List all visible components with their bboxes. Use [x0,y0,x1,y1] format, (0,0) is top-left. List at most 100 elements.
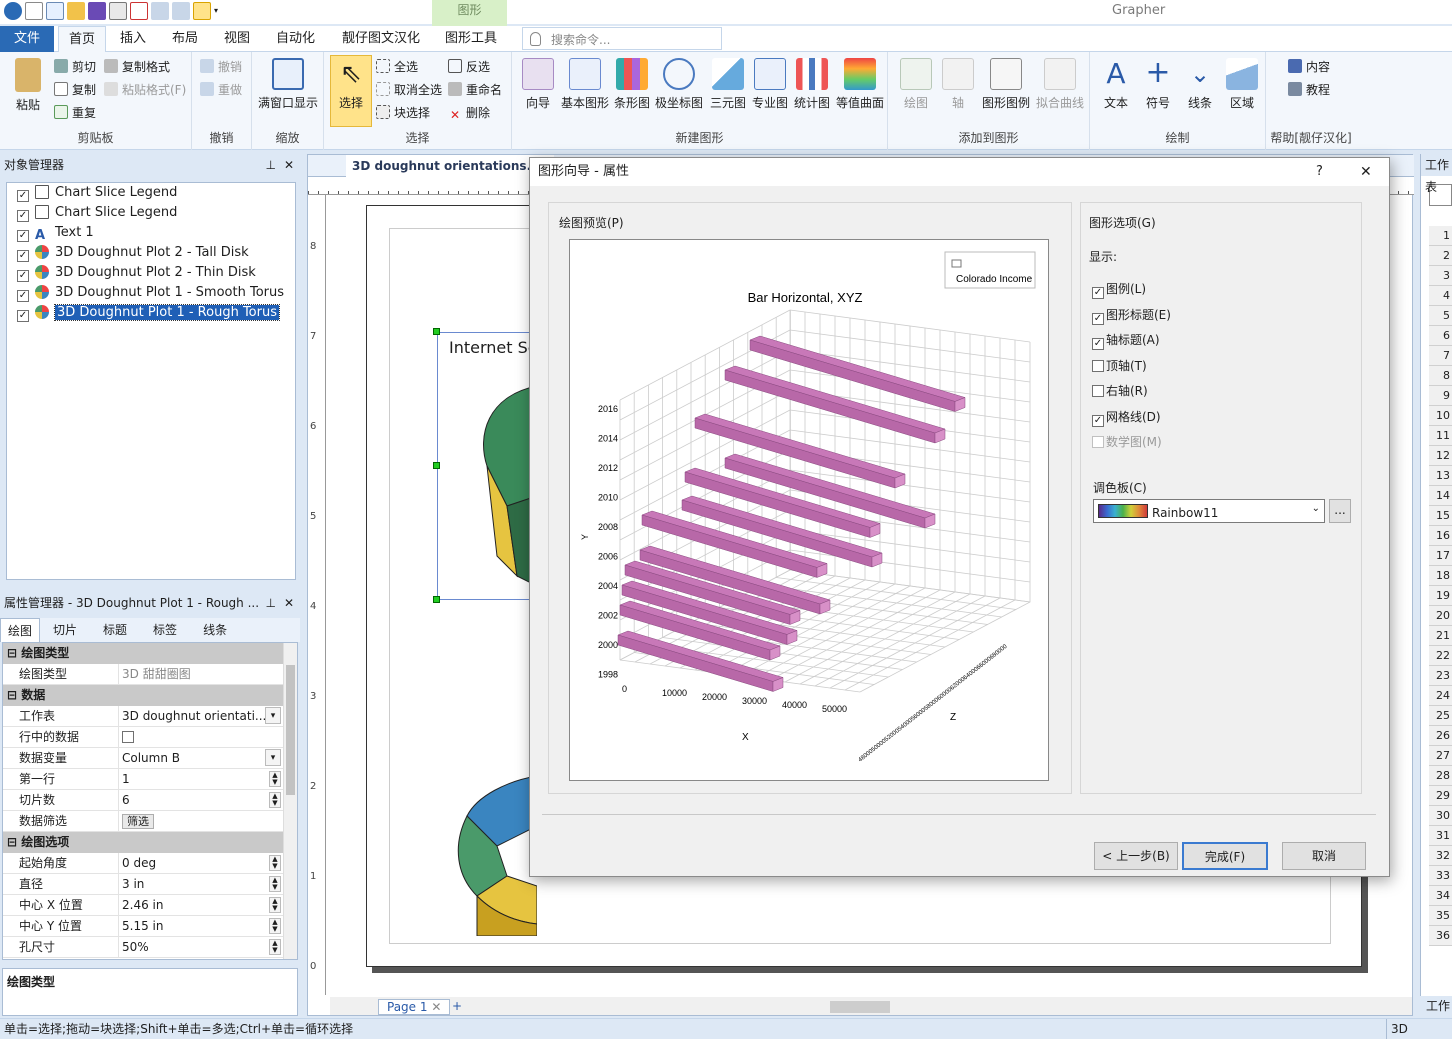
finish-button[interactable]: 完成(F) [1182,842,1268,870]
option-checkbox[interactable]: 顶轴(T) [1092,357,1147,375]
worksheet-row-header[interactable]: 33 [1429,866,1452,886]
palette-more-button[interactable]: ... [1329,499,1351,523]
prop-row-data-variable[interactable]: 数据变量 Column B ▾ [3,748,297,769]
doughnut-plots[interactable] [447,376,537,936]
new-worksheet-icon[interactable] [46,2,64,20]
visibility-checkbox[interactable]: ✓ [17,230,29,242]
select-pointer-icon[interactable] [193,2,211,20]
document-hscrollbar[interactable]: Page 1 ✕ + [330,997,1412,1015]
worksheet-row-header[interactable]: 31 [1429,826,1452,846]
worksheet-row-header[interactable]: 12 [1429,446,1452,466]
spinner-icon[interactable]: ▲ ▼ [269,897,281,913]
checkbox-box[interactable]: ✓ [1092,312,1104,325]
prop-row-slices[interactable]: 切片数 6 ▲ ▼ [3,790,297,811]
worksheet-row-header[interactable]: 5 [1429,306,1452,326]
tab-automation[interactable]: 自动化 [266,26,325,52]
repeat-button[interactable]: 重复 [54,103,96,123]
worksheet-row-header[interactable]: 22 [1429,646,1452,666]
deselect-all-button[interactable]: 取消全选 [376,80,442,100]
visibility-checkbox[interactable]: ✓ [17,190,29,202]
qat-dropdown-icon[interactable]: ▾ [214,2,222,20]
polar-graph-button[interactable]: 极坐标图 [654,56,704,111]
worksheet-row-header[interactable]: 35 [1429,906,1452,926]
tree-item[interactable]: ✓ A Text 1 [7,223,295,243]
visibility-checkbox[interactable]: ✓ [17,310,29,322]
cancel-button[interactable]: 取消 [1282,842,1366,870]
worksheet-row-header[interactable]: 36 [1429,926,1452,946]
worksheet-row-header[interactable]: 18 [1429,566,1452,586]
checkbox-box[interactable]: ✓ [1092,338,1104,350]
worksheet-row-header[interactable]: 1 [1429,226,1452,246]
data-in-row-checkbox[interactable] [122,731,134,743]
worksheet-row-header[interactable]: 3 [1429,266,1452,286]
worksheet-row-header[interactable]: 4 [1429,286,1452,306]
tab-file[interactable]: 文件 [0,26,54,52]
tab-graph-tools[interactable]: 图形工具 [435,26,507,52]
basic-graph-button[interactable]: 基本图形 [560,56,610,111]
spinner-icon[interactable]: ▲ ▼ [269,771,281,787]
checkbox-box[interactable]: ✓ [1092,414,1104,427]
worksheet-row-header[interactable]: 17 [1429,546,1452,566]
worksheet-row-header[interactable]: 25 [1429,706,1452,726]
fit-curve-button[interactable]: 拟合曲线 [1034,56,1086,111]
worksheet-row-header[interactable]: 27 [1429,746,1452,766]
contour-surface-button[interactable]: 等值曲面 [834,56,886,111]
tree-item[interactable]: ✓ 3D Doughnut Plot 2 - Thin Disk [7,263,295,283]
help-question-button[interactable]: ? [1316,158,1323,186]
option-checkbox[interactable]: ✓ 网格线(D) [1092,408,1161,427]
prop-row-start-angle[interactable]: 起始角度 0 deg ▲ ▼ [3,853,297,874]
option-checkbox[interactable]: 右轴(R) [1092,382,1148,400]
tab-home[interactable]: 首页 [58,26,107,52]
text-button[interactable]: A 文本 [1096,56,1136,111]
tree-item[interactable]: ✓ 3D Doughnut Plot 1 - Rough Torus [7,303,295,323]
worksheet-row-header[interactable]: 2 [1429,246,1452,266]
visibility-checkbox[interactable]: ✓ [17,290,29,302]
worksheet-row-header[interactable]: 20 [1429,606,1452,626]
prop-row-hole-size[interactable]: 孔尺寸 50% ▲ ▼ [3,937,297,958]
worksheet-row-header[interactable]: 21 [1429,626,1452,646]
tree-item[interactable]: ✓ 3D Doughnut Plot 2 - Tall Disk [7,243,295,263]
tutorial-button[interactable]: 教程 [1288,80,1330,100]
pin-icon[interactable]: ⊥ [266,154,276,176]
selection-handle[interactable] [433,328,440,335]
worksheet-row-header[interactable]: 11 [1429,426,1452,446]
prop-tab-plot[interactable]: 绘图 [0,618,41,642]
spinner-icon[interactable]: ▲ ▼ [269,939,281,955]
filter-button[interactable]: 筛选 [122,814,154,829]
tree-item[interactable]: ✓ Chart Slice Legend [7,203,295,223]
close-doc-icon[interactable] [130,2,148,20]
help-contents-button[interactable]: 内容 [1288,57,1330,77]
worksheet-row-header[interactable]: 26 [1429,726,1452,746]
add-page-icon[interactable]: + [452,999,462,1013]
checkbox-box[interactable]: ✓ [1092,287,1104,299]
command-search-input[interactable]: 搜索命令... [522,27,722,50]
worksheet-bottom-tab[interactable]: 工作 [1420,996,1452,1016]
document-tab[interactable]: 3D doughnut orientations.gp [346,155,555,177]
visibility-checkbox[interactable]: ✓ [17,270,29,282]
worksheet-row-header[interactable]: 28 [1429,766,1452,786]
open-icon[interactable] [67,2,85,20]
worksheet-row-header[interactable]: 6 [1429,326,1452,346]
prop-row-first-row[interactable]: 第一行 1 ▲ ▼ [3,769,297,790]
invert-selection-button[interactable]: 反选 [448,57,490,77]
category-plot-type[interactable]: ⊟ 绘图类型 [3,643,297,664]
selection-handle[interactable] [433,596,440,603]
prop-row-center-x[interactable]: 中心 X 位置 2.46 in ▲ ▼ [3,895,297,916]
worksheet-row-header[interactable]: 19 [1429,586,1452,606]
pin-icon[interactable]: ⊥ [266,592,276,614]
spinner-icon[interactable]: ▲ ▼ [269,918,281,934]
worksheet-row-header[interactable]: 10 [1429,406,1452,426]
spinner-icon[interactable]: ▲ ▼ [269,792,281,808]
worksheet-row-header[interactable]: 15 [1429,506,1452,526]
prop-row-filter[interactable]: 数据筛选 筛选 [3,811,297,832]
worksheet-row-header[interactable]: 9 [1429,386,1452,406]
save-as-icon[interactable] [109,2,127,20]
new-icon[interactable] [25,2,43,20]
prop-tab-slices[interactable]: 切片 [40,618,90,642]
tree-item[interactable]: ✓ 3D Doughnut Plot 1 - Smooth Torus [7,283,295,303]
chevron-down-icon[interactable]: ▾ [265,749,281,766]
visibility-checkbox[interactable]: ✓ [17,210,29,222]
copy-format-button[interactable]: 复制格式 [104,57,170,77]
save-icon[interactable] [88,2,106,20]
close-dialog-button[interactable]: ✕ [1360,158,1372,186]
